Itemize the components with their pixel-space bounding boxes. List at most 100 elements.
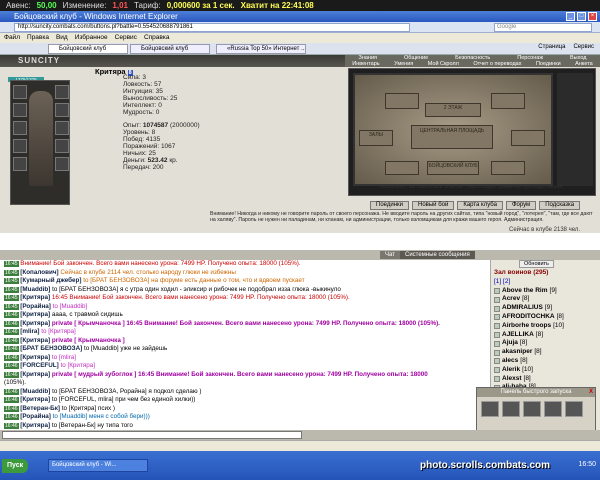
search-input[interactable]: Google (494, 23, 592, 32)
menu-view[interactable]: Вид (56, 33, 68, 43)
player-name[interactable]: Alerik (502, 366, 520, 375)
player-name[interactable]: alecs (502, 357, 518, 366)
chat-author[interactable]: [Критяра] (20, 294, 50, 301)
player-name[interactable]: Alexst (502, 375, 522, 384)
chat-timestamp[interactable]: 16:46 (4, 320, 19, 327)
weapon-slot[interactable] (13, 121, 27, 135)
player-list-item[interactable]: akasniper [8] (494, 348, 600, 357)
player-info-icon[interactable] (494, 287, 500, 294)
chat-author[interactable]: [Muaddib] (20, 286, 50, 293)
menu-favorites[interactable]: Избранное (75, 33, 108, 43)
nav-profile[interactable]: Анкета (575, 61, 593, 67)
start-button[interactable]: Пуск (2, 459, 29, 473)
chat-author[interactable]: [Критяра] (20, 337, 50, 344)
chat-author[interactable]: [mlira] (20, 328, 39, 335)
nav-inventory[interactable]: Инвентарь (352, 61, 379, 67)
player-list-item[interactable]: Above the Rim [9] (494, 287, 600, 296)
chat-timestamp[interactable]: 16:46 (4, 329, 19, 335)
map-building-1[interactable] (385, 93, 419, 109)
belt-slot[interactable] (13, 157, 27, 171)
ring-slot[interactable] (55, 139, 69, 153)
player-name[interactable]: ADMIRALIUS (502, 304, 543, 313)
chat-timestamp[interactable]: 16:46 (4, 388, 19, 395)
chat-author[interactable]: [Критяра] (20, 422, 50, 429)
duels-button[interactable]: Поединки (370, 201, 409, 210)
player-list-item[interactable]: ADMIRALIUS [9] (494, 304, 600, 313)
chat-timestamp[interactable]: 16:46 (4, 337, 19, 344)
map-building-3[interactable] (511, 130, 545, 146)
chat-timestamp[interactable]: 16:46 (4, 346, 19, 352)
tools-menu-button[interactable]: Сервис (573, 44, 594, 50)
tab-russia-top[interactable]: «Russia Top 50» Интернет ... (216, 44, 306, 54)
chat-timestamp[interactable]: 16:46 (4, 312, 19, 318)
chat-author[interactable]: [Кумарный джебер] (20, 277, 81, 284)
nav-transfers[interactable]: Отчет о переводах (473, 61, 521, 67)
forum-button[interactable]: Форум (505, 201, 537, 210)
chat-author[interactable]: [Критяра] (20, 311, 50, 318)
chat-timestamp[interactable]: 16:46 (4, 371, 19, 378)
player-name[interactable]: akasniper (502, 348, 532, 357)
chat-author[interactable]: [Критяра] (20, 396, 50, 403)
close-button[interactable]: × (588, 12, 597, 21)
menu-edit[interactable]: Правка (27, 33, 49, 43)
player-info-icon[interactable] (494, 323, 500, 330)
nav-duels[interactable]: Поединки (536, 61, 561, 67)
map-building-2[interactable] (491, 93, 525, 109)
quick-slot-4[interactable] (544, 401, 562, 417)
page-links[interactable]: [1] [2] (494, 278, 600, 287)
quick-panel-close-icon[interactable]: X (589, 388, 593, 397)
chat-timestamp[interactable]: 16:46 (4, 414, 19, 420)
boots-slot[interactable] (55, 157, 69, 171)
player-name[interactable]: AJELLIKA (502, 331, 534, 340)
player-info-icon[interactable] (494, 349, 500, 356)
player-list-item[interactable]: Ajuja [8] (494, 339, 600, 348)
earring-slot[interactable] (55, 85, 69, 99)
map-floor-2[interactable]: 2 ЭТАЖ (425, 103, 481, 117)
chat-author[interactable]: [БРАТ БЕНЗОВОЗА] (20, 345, 82, 352)
map-fight-club[interactable]: БОЙЦОВСКИЙ КЛУБ (427, 161, 479, 175)
map-building-5[interactable] (491, 161, 525, 175)
quick-slot-2[interactable] (502, 401, 520, 417)
chat-author[interactable]: [Критяра] (20, 320, 50, 327)
chat-author[interactable]: [Копалович] (20, 269, 58, 276)
player-info-icon[interactable] (494, 375, 500, 382)
chat-timestamp[interactable]: 16:45 (4, 269, 19, 276)
taskbar-window[interactable]: Бойцовский клуб - Wi... (48, 459, 148, 472)
menu-file[interactable]: Файл (4, 33, 20, 43)
player-list-item[interactable]: AFRODITOCHKA [8] (494, 313, 600, 322)
new-battle-button[interactable]: Новый бой (412, 201, 455, 210)
refresh-button[interactable]: Обновить (519, 260, 554, 268)
shield-slot[interactable] (55, 121, 69, 135)
chat-timestamp[interactable]: 16:45 (4, 278, 19, 284)
chat-timestamp[interactable]: 16:46 (4, 422, 19, 429)
player-name[interactable]: Airborhe troops (502, 322, 551, 331)
player-list-item[interactable]: AJELLIKA [8] (494, 331, 600, 340)
chat-timestamp[interactable]: 16:46 (4, 397, 19, 403)
chat-timestamp[interactable]: 16:45 (4, 261, 19, 267)
chat-timestamp[interactable]: 16:45 (4, 286, 19, 293)
chat-timestamp[interactable]: 16:46 (4, 354, 19, 361)
quick-slot-1[interactable] (481, 401, 499, 417)
amulet-slot[interactable] (13, 103, 27, 117)
address-bar[interactable]: http://suncity.combats.com/buttons.pl?ba… (14, 23, 410, 32)
gloves-slot[interactable] (55, 103, 69, 117)
player-list-item[interactable]: Acrev [8] (494, 295, 600, 304)
chat-author[interactable]: [Muaddib] (20, 388, 50, 395)
player-info-icon[interactable] (494, 358, 500, 365)
player-info-icon[interactable] (494, 305, 500, 312)
map-central-square[interactable]: ЦЕНТРАЛЬНАЯ ПЛОЩАДЬ (411, 125, 493, 149)
armor-slot[interactable] (13, 139, 27, 153)
minimize-button[interactable]: _ (566, 12, 575, 21)
maximize-button[interactable]: □ (577, 12, 586, 21)
player-name[interactable]: Acrev (502, 295, 520, 304)
player-info-icon[interactable] (494, 367, 500, 374)
player-name[interactable]: Ajuja (502, 339, 518, 348)
club-map-button[interactable]: Карта клуба (457, 201, 503, 210)
chat-author[interactable]: [Ветеран-Бк] (20, 405, 60, 412)
map-building-4[interactable] (385, 161, 419, 175)
tab-system-messages[interactable]: Системные сообщения (400, 251, 475, 259)
player-list-item[interactable]: Alexst [8] (494, 375, 600, 384)
player-name[interactable]: AFRODITOCHKA (502, 313, 555, 322)
chat-author[interactable]: [FORCEFUL] (20, 362, 58, 369)
player-list-item[interactable]: alecs [8] (494, 357, 600, 366)
